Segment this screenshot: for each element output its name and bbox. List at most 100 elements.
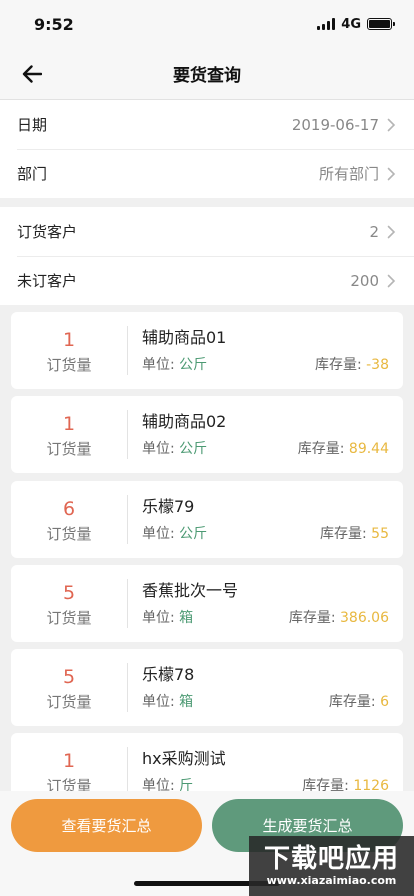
product-name: 香蕉批次一号 <box>142 580 239 600</box>
date-value-group: 2019-06-17 <box>292 116 396 134</box>
order-qty-label: 订货量 <box>46 355 92 374</box>
order-qty-label: 订货量 <box>46 608 92 627</box>
unit-info: 单位: 公斤 <box>142 356 207 374</box>
product-meta: 单位: 箱 库存量: 6 <box>142 693 389 711</box>
department-row[interactable]: 部门 所有部门 <box>0 149 414 198</box>
stock-info: 库存量: 386.06 <box>289 609 389 627</box>
order-qty-block: 1 订货量 <box>11 749 127 792</box>
product-name: 辅助商品01 <box>142 327 227 347</box>
unit-value: 公斤 <box>179 440 208 457</box>
stock-value: -38 <box>366 356 389 373</box>
chevron-right-icon <box>387 225 396 238</box>
stock-value: 6 <box>380 693 389 710</box>
unit-info: 单位: 公斤 <box>142 525 207 543</box>
order-qty-block: 1 订货量 <box>11 328 127 374</box>
unit-info: 单位: 箱 <box>142 609 193 627</box>
nav-bar: 要货查询 <box>0 48 414 100</box>
ordered-customers-label: 订货客户 <box>17 223 78 241</box>
order-qty: 1 <box>62 412 76 435</box>
unit-info: 单位: 箱 <box>142 693 193 711</box>
watermark: 下载吧应用 www.xiazaimiao.com <box>249 836 414 896</box>
stock-value: 89.44 <box>348 440 389 457</box>
stock-label: 库存量: <box>297 440 349 457</box>
ordered-customers-row[interactable]: 订货客户 2 <box>0 207 414 256</box>
unordered-customers-label: 未订客户 <box>17 272 78 290</box>
unit-value: 箱 <box>179 609 194 626</box>
order-qty-block: 1 订货量 <box>11 412 127 458</box>
product-name: hx采购测试 <box>142 748 226 768</box>
arrow-left-icon <box>22 65 42 83</box>
customer-panel: 订货客户 2 未订客户 200 <box>0 207 414 305</box>
stock-label: 库存量: <box>302 777 354 792</box>
stock-label: 库存量: <box>320 525 372 542</box>
stock-info: 库存量: 55 <box>320 525 389 543</box>
product-meta: 单位: 公斤 库存量: -38 <box>142 356 389 374</box>
chevron-right-icon <box>387 167 396 180</box>
list-item[interactable]: 1 订货量 辅助商品01 单位: 公斤 库存量: -38 <box>11 312 403 389</box>
unit-info: 单位: 斤 <box>142 777 193 792</box>
signal-icon <box>317 18 336 30</box>
date-value: 2019-06-17 <box>291 115 379 134</box>
watermark-url: www.xiazaimiao.com <box>266 874 397 887</box>
order-qty: 1 <box>62 749 76 772</box>
stock-info: 库存量: 1126 <box>302 777 389 792</box>
list-item[interactable]: 1 订货量 hx采购测试 单位: 斤 库存量: 1126 <box>11 733 403 791</box>
stock-info: 库存量: -38 <box>315 356 389 374</box>
product-list[interactable]: 1 订货量 辅助商品01 单位: 公斤 库存量: -38 1 订货量 辅助商品0… <box>0 305 414 791</box>
order-qty: 6 <box>62 497 76 520</box>
stock-value: 1126 <box>353 777 389 792</box>
order-qty: 5 <box>62 581 76 604</box>
ordered-customers-count: 2 <box>369 222 379 241</box>
chevron-right-icon <box>387 118 396 131</box>
order-qty-label: 订货量 <box>46 776 92 792</box>
status-indicators: 4G <box>317 16 395 32</box>
watermark-title: 下载吧应用 <box>263 844 399 874</box>
product-meta: 单位: 斤 库存量: 1126 <box>142 777 389 792</box>
stock-info: 库存量: 89.44 <box>298 440 389 458</box>
product-name: 乐檬78 <box>142 664 195 684</box>
unordered-customers-count: 200 <box>350 271 379 290</box>
unordered-customers-row[interactable]: 未订客户 200 <box>0 256 414 305</box>
order-qty-label: 订货量 <box>46 439 92 458</box>
stock-label: 库存量: <box>328 693 381 710</box>
product-info: 乐檬78 单位: 箱 库存量: 6 <box>128 665 403 711</box>
order-qty: 1 <box>62 328 76 351</box>
stock-label: 库存量: <box>288 609 340 626</box>
list-item[interactable]: 5 订货量 香蕉批次一号 单位: 箱 库存量: 386.06 <box>11 565 403 642</box>
order-qty-label: 订货量 <box>46 524 92 543</box>
product-info: 香蕉批次一号 单位: 箱 库存量: 386.06 <box>128 581 403 627</box>
stock-value: 55 <box>371 525 389 542</box>
list-item[interactable]: 5 订货量 乐檬78 单位: 箱 库存量: 6 <box>11 649 403 726</box>
back-button[interactable] <box>18 60 46 88</box>
product-meta: 单位: 公斤 库存量: 89.44 <box>142 440 389 458</box>
stock-label: 库存量: <box>314 356 367 373</box>
product-name: 乐檬79 <box>142 496 195 516</box>
product-info: 辅助商品01 单位: 公斤 库存量: -38 <box>128 328 403 374</box>
product-info: 乐檬79 单位: 公斤 库存量: 55 <box>128 497 403 543</box>
product-info: hx采购测试 单位: 斤 库存量: 1126 <box>128 749 403 792</box>
status-bar: 9:52 4G <box>0 0 414 48</box>
product-meta: 单位: 公斤 库存量: 55 <box>142 525 389 543</box>
list-item[interactable]: 1 订货量 辅助商品02 单位: 公斤 库存量: 89.44 <box>11 396 403 473</box>
status-time: 9:52 <box>34 14 74 34</box>
chevron-right-icon <box>387 274 396 287</box>
stock-value: 386.06 <box>340 609 389 626</box>
stock-info: 库存量: 6 <box>329 693 389 711</box>
date-row[interactable]: 日期 2019-06-17 <box>0 100 414 149</box>
unit-label: 单位: <box>142 609 180 626</box>
date-label: 日期 <box>17 116 48 134</box>
department-label: 部门 <box>17 165 48 183</box>
unit-label: 单位: <box>142 693 180 710</box>
department-value-group: 所有部门 <box>319 163 396 184</box>
order-qty-label: 订货量 <box>46 692 92 711</box>
list-item[interactable]: 6 订货量 乐檬79 单位: 公斤 库存量: 55 <box>11 481 403 558</box>
view-summary-button[interactable]: 查看要货汇总 <box>11 799 202 852</box>
order-qty-block: 5 订货量 <box>11 581 127 627</box>
unit-value: 斤 <box>179 777 194 792</box>
network-type: 4G <box>341 16 361 32</box>
unordered-customers-value-group: 200 <box>350 272 396 290</box>
product-info: 辅助商品02 单位: 公斤 库存量: 89.44 <box>128 412 403 458</box>
order-qty-block: 5 订货量 <box>11 665 127 711</box>
unit-value: 箱 <box>179 693 194 710</box>
page-title: 要货查询 <box>173 66 241 86</box>
